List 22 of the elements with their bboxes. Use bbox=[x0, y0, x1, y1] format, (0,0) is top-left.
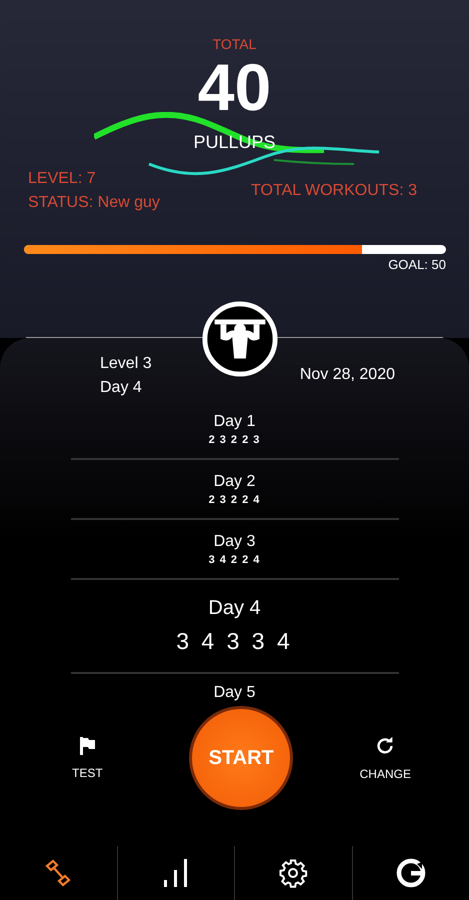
day-item[interactable]: Day 2 2 3 2 2 4 bbox=[70, 460, 398, 520]
bar-chart-icon bbox=[162, 858, 190, 888]
plan-day: Day 4 bbox=[100, 376, 152, 400]
day-item[interactable]: Day 4 3 4 3 3 4 bbox=[70, 580, 398, 674]
test-button[interactable]: TEST bbox=[72, 736, 103, 780]
muscle-figure-icon bbox=[201, 300, 279, 378]
goal-label: GOAL: 50 bbox=[388, 257, 446, 272]
settings-icon bbox=[278, 858, 308, 888]
workouts-text: TOTAL WORKOUTS: 3 bbox=[251, 181, 417, 201]
total-label: TOTAL bbox=[212, 36, 256, 52]
plan-level: Level 3 bbox=[100, 354, 152, 374]
g-logo-icon bbox=[396, 858, 426, 888]
plan-date: Nov 28, 2020 bbox=[300, 365, 395, 385]
day-item[interactable]: Day 5 bbox=[70, 674, 398, 702]
day-item[interactable]: Day 3 3 4 2 2 4 bbox=[70, 520, 398, 580]
flag-icon bbox=[77, 736, 98, 756]
level-text: LEVEL: 7 bbox=[28, 169, 97, 189]
day-item[interactable]: Day 1 2 3 2 2 3 bbox=[70, 400, 398, 460]
status-text: STATUS: New guy bbox=[28, 193, 160, 213]
dumbbell-icon bbox=[43, 858, 74, 888]
total-count: 40 bbox=[198, 54, 272, 120]
change-button[interactable]: CHANGE bbox=[360, 735, 411, 781]
